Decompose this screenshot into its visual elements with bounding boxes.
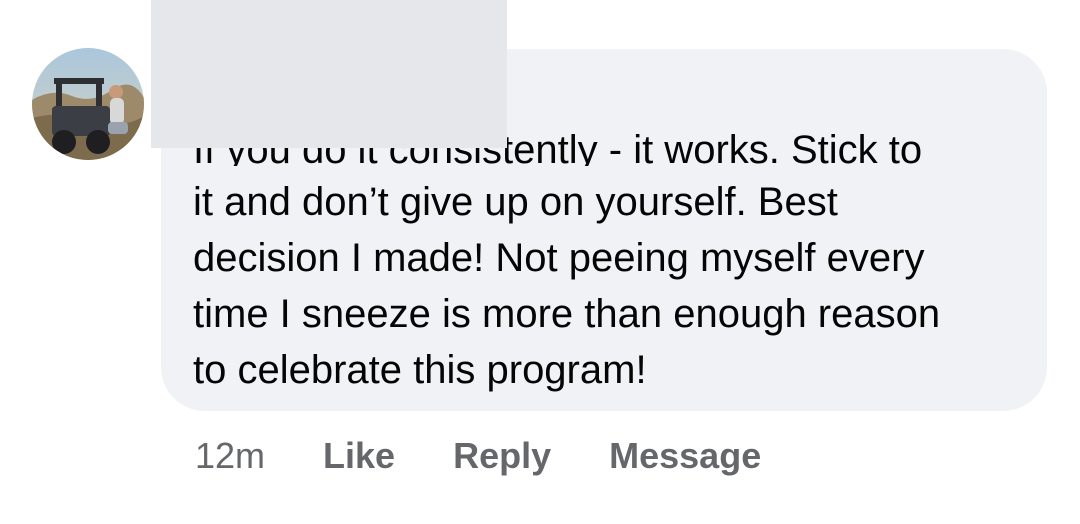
comment-screen: If you do it consistently - it works. St… xyxy=(0,0,1080,524)
profile-photo-icon xyxy=(32,48,144,160)
message-button[interactable]: Message xyxy=(609,435,761,477)
reply-button[interactable]: Reply xyxy=(453,435,551,477)
comment-text: it and don’t give up on yourself. Best d… xyxy=(193,174,1033,398)
comment-line: to celebrate this program! xyxy=(193,348,647,392)
like-button[interactable]: Like xyxy=(323,435,395,477)
comment-line: decision I made! Not peeing myself every xyxy=(193,236,925,280)
redacted-name-block xyxy=(151,0,507,148)
comment-line: time I sneeze is more than enough reason xyxy=(193,292,941,336)
profile-avatar[interactable] xyxy=(32,48,144,160)
comment-timestamp[interactable]: 12m xyxy=(195,435,265,477)
comment-line: it and don’t give up on yourself. Best xyxy=(193,180,838,224)
comment-actions: 12m Like Reply Message xyxy=(195,430,761,482)
